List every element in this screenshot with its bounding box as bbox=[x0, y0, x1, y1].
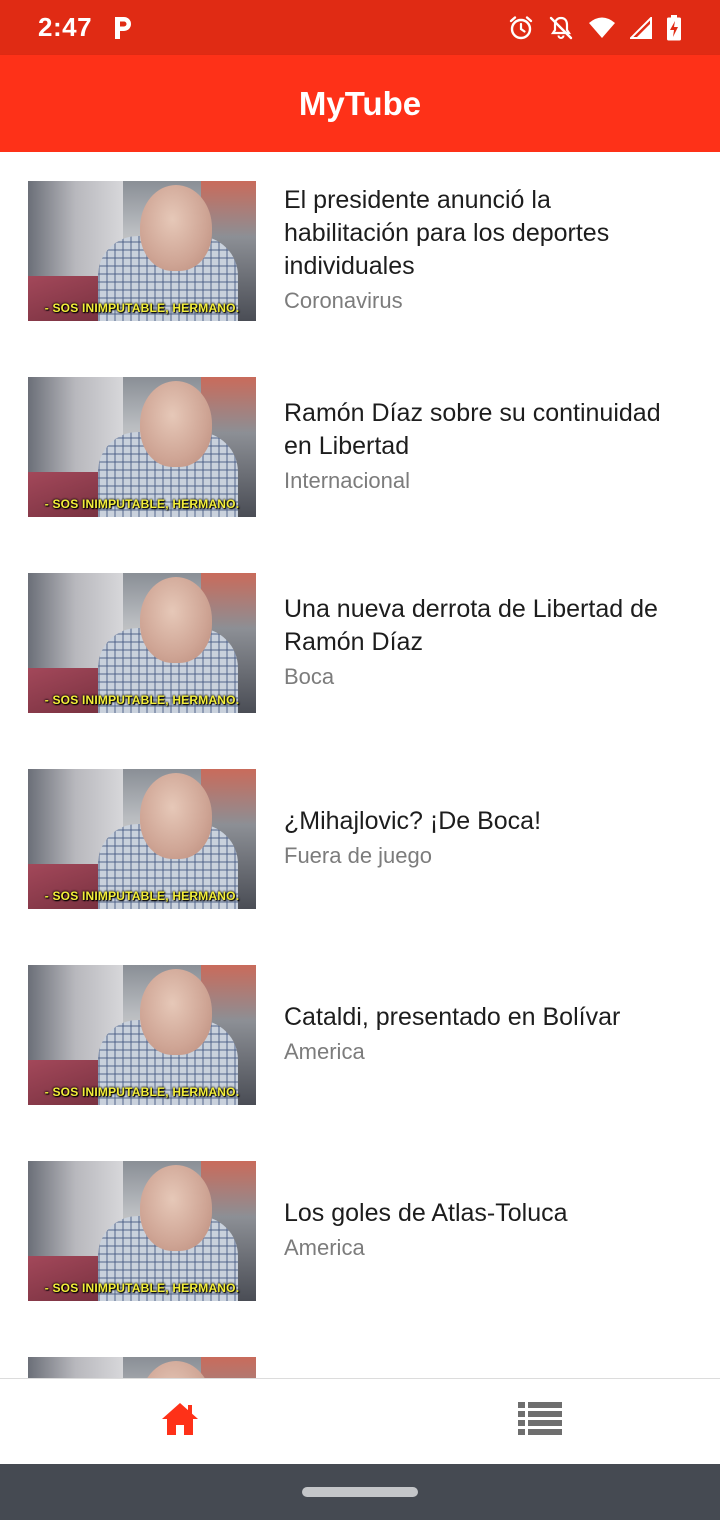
video-title[interactable]: Ramón Díaz sobre su continuidad en Liber… bbox=[284, 397, 680, 463]
thumbnail-caption: - SOS INIMPUTABLE, HERMANO. bbox=[44, 693, 240, 707]
video-category: Boca bbox=[284, 663, 335, 689]
system-gesture-bar bbox=[0, 1464, 720, 1520]
video-category: America bbox=[284, 1039, 365, 1064]
video-thumbnail[interactable]: - SOS INIMPUTABLE, HERMANO. bbox=[28, 769, 256, 909]
video-category: America bbox=[284, 1235, 365, 1260]
video-item[interactable]: - SOS INIMPUTABLE, HERMANO. Ramón Díaz s… bbox=[0, 348, 720, 544]
video-title[interactable]: Los goles de Atlas-Toluca bbox=[284, 1197, 680, 1230]
parking-p-icon bbox=[112, 15, 134, 41]
home-icon[interactable] bbox=[160, 1401, 200, 1442]
video-item[interactable]: - SOS INIMPUTABLE, HERMANO. ¿Mihajlovic?… bbox=[0, 740, 720, 936]
video-feed[interactable]: - SOS INIMPUTABLE, HERMANO. El president… bbox=[0, 152, 720, 1378]
status-icons bbox=[508, 14, 682, 41]
video-title[interactable]: ¿Mihajlovic? ¡De Boca! bbox=[284, 805, 680, 838]
app-title: MyTube bbox=[298, 84, 422, 122]
wifi-icon bbox=[588, 16, 616, 40]
video-title[interactable]: Cataldi, presentado en Bolívar bbox=[284, 1001, 680, 1034]
nav-list-button[interactable] bbox=[360, 1379, 720, 1464]
video-thumbnail[interactable]: - SOS INIMPUTABLE, HERMANO. bbox=[28, 181, 256, 321]
bottom-navigation bbox=[0, 1378, 720, 1464]
video-thumbnail[interactable]: - SOS INIMPUTABLE, HERMANO. bbox=[28, 573, 256, 713]
nav-home-button[interactable] bbox=[0, 1379, 360, 1464]
thumbnail-caption: - SOS INIMPUTABLE, HERMANO. bbox=[44, 301, 240, 315]
thumbnail-caption: - SOS INIMPUTABLE, HERMANO. bbox=[44, 889, 240, 903]
app-bar: MyTube bbox=[0, 55, 720, 152]
status-bar: 2:47 bbox=[0, 0, 720, 55]
battery-charging-icon bbox=[666, 14, 682, 41]
video-title[interactable]: Una nueva derrota de Libertad de Ramón D… bbox=[284, 593, 680, 659]
notifications-off-icon bbox=[548, 15, 574, 41]
video-category: Coronavirus bbox=[284, 288, 403, 313]
video-thumbnail[interactable]: - SOS INIMPUTABLE, HERMANO. bbox=[28, 377, 256, 517]
video-item[interactable]: - SOS INIMPUTABLE, HERMANO. El president… bbox=[0, 152, 720, 348]
video-category: Fuera de juego bbox=[284, 843, 432, 868]
thumbnail-caption: - SOS INIMPUTABLE, HERMANO. bbox=[44, 497, 240, 511]
video-item[interactable]: - SOS INIMPUTABLE, HERMANO. Cataldi, pre… bbox=[0, 936, 720, 1132]
gesture-handle[interactable] bbox=[302, 1487, 418, 1497]
video-thumbnail[interactable]: - SOS INIMPUTABLE, HERMANO. bbox=[28, 965, 256, 1105]
video-title[interactable]: El presidente anunció la habilitación pa… bbox=[284, 184, 680, 283]
status-time: 2:47 bbox=[38, 12, 93, 42]
video-item[interactable]: - SOS INIMPUTABLE, HERMANO. Una nueva de… bbox=[0, 544, 720, 740]
thumbnail-caption: - SOS INIMPUTABLE, HERMANO. bbox=[44, 1281, 240, 1295]
video-item[interactable] bbox=[0, 1328, 720, 1378]
signal-icon bbox=[630, 16, 652, 39]
video-item[interactable]: - SOS INIMPUTABLE, HERMANO. Los goles de… bbox=[0, 1132, 720, 1328]
video-thumbnail[interactable]: - SOS INIMPUTABLE, HERMANO. bbox=[28, 1161, 256, 1301]
list-icon[interactable] bbox=[517, 1401, 563, 1442]
thumbnail-caption: - SOS INIMPUTABLE, HERMANO. bbox=[44, 1085, 240, 1099]
video-thumbnail[interactable] bbox=[28, 1357, 256, 1378]
video-category: Internacional bbox=[284, 467, 410, 493]
alarm-icon bbox=[508, 15, 534, 41]
